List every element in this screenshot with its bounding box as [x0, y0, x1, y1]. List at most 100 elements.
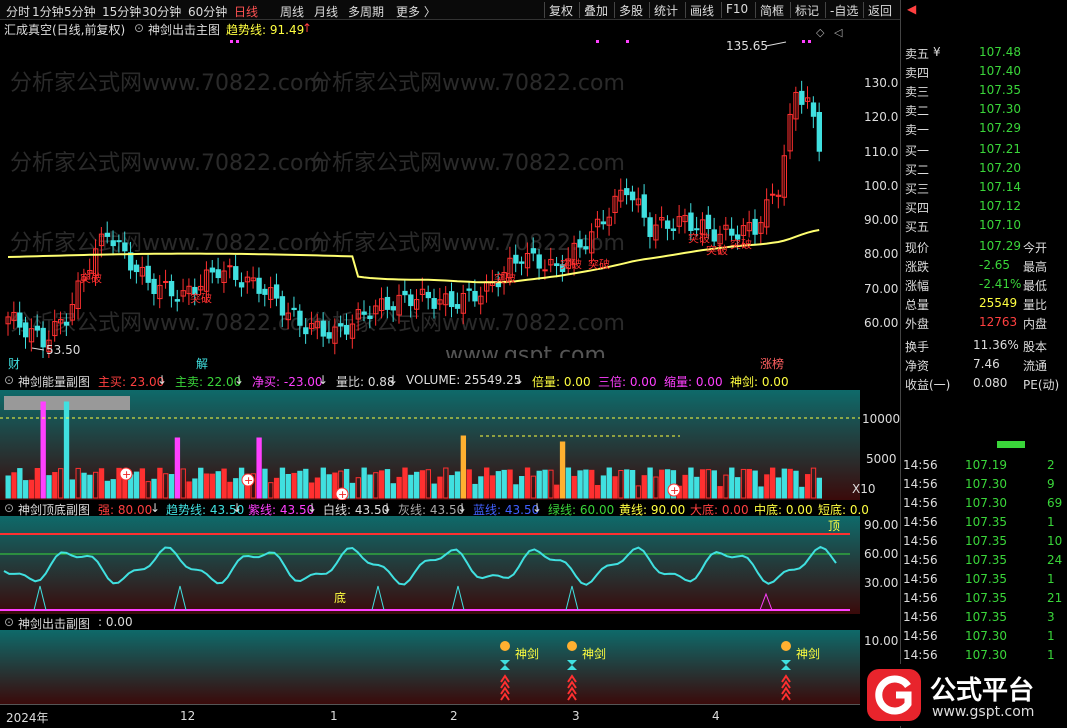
- period-tab-7[interactable]: 周线: [280, 3, 304, 20]
- signal-dot: [808, 40, 811, 43]
- period-tab-4[interactable]: 30分钟: [142, 3, 181, 20]
- toolbar-button-0[interactable]: 复权: [549, 2, 573, 19]
- quote-panel: ◀ 卖五 ¥107.48 卖四 107.40 卖三 107.35 卖二 107.30 卖一 107.…: [900, 0, 1067, 728]
- volume-unit: X10: [852, 482, 876, 496]
- tick-price: 107.35: [965, 572, 1007, 586]
- volume-bar: [203, 473, 210, 499]
- bid-label: 买二: [905, 163, 930, 177]
- settings-icon[interactable]: ⊙: [4, 615, 14, 629]
- period-tab-1[interactable]: 1分钟: [32, 3, 64, 20]
- tick-time: 14:56: [903, 534, 938, 548]
- bid-row: 买四 107.12: [901, 197, 1067, 216]
- period-tab-2[interactable]: 5分钟: [64, 3, 96, 20]
- volume-panel[interactable]: + + + +: [0, 390, 860, 500]
- volume-bar: [577, 470, 583, 499]
- toolbar-divider: [825, 2, 826, 18]
- period-tab-8[interactable]: 月线: [314, 3, 338, 20]
- volume-bar: [87, 474, 93, 499]
- candlestick-chart[interactable]: 分析家公式网www.70822.com分析家公式网www.70822.com分析…: [0, 20, 860, 370]
- candle-body: [122, 242, 128, 252]
- candle-body: [273, 284, 280, 299]
- toolbar-button-9[interactable]: 返回: [868, 2, 892, 19]
- price-tick: 120.0: [864, 110, 899, 125]
- toolbar-button-8[interactable]: -自选: [830, 2, 858, 19]
- bid-price: 107.20: [979, 161, 1021, 175]
- toolbar-button-3[interactable]: 统计: [654, 2, 678, 19]
- time-tick: 2024年: [6, 711, 49, 725]
- period-tab-0[interactable]: 分时: [6, 3, 30, 20]
- tick-volume: 1: [1047, 572, 1055, 586]
- period-tab-6[interactable]: 日线: [234, 3, 258, 20]
- p1head-item-6: 三倍: 0.00: [598, 375, 657, 389]
- collapse-icon[interactable]: ◁: [834, 26, 843, 39]
- tick-row: 14:56 107.35 24: [901, 551, 1067, 570]
- volume-bar: [408, 474, 414, 499]
- high-arrow-icon: [765, 41, 787, 47]
- toolbar-button-1[interactable]: 叠加: [584, 2, 608, 19]
- period-tab-10[interactable]: 更多 〉: [396, 3, 436, 20]
- stat-label2: 今开: [1023, 241, 1048, 255]
- panel2-header: ⊙ 神剑顶底副图 强: 80.00 ↓ 趋势线: 43.50 ↓ 紫线: 43.50 ↓ 白…: [0, 500, 900, 517]
- tick-price: 107.35: [965, 591, 1007, 605]
- stat-value: 25549: [979, 296, 1018, 310]
- volume-bar: [209, 473, 216, 499]
- toolbar-divider: [579, 2, 580, 18]
- candle-body: [466, 288, 472, 291]
- volume-bar: [285, 473, 291, 499]
- volume-bar: [449, 475, 455, 499]
- tick-volume: 1: [1047, 648, 1055, 662]
- signal-dot: [596, 40, 599, 43]
- period-tab-5[interactable]: 60分钟: [188, 3, 227, 20]
- volume-bar: [52, 472, 58, 499]
- volume-bar: [326, 474, 332, 499]
- stat2-label: 换手: [905, 340, 930, 354]
- toolbar-divider: [863, 2, 864, 18]
- volume-bar: [419, 470, 426, 499]
- volume-bar: [361, 467, 367, 499]
- top-mark: 顶: [828, 519, 840, 533]
- volume-bar: [507, 469, 513, 499]
- toolbar-divider: [649, 2, 650, 18]
- stat2-label2: PE(动): [1023, 378, 1060, 392]
- toolbar-divider: [721, 2, 722, 18]
- toolbar-button-7[interactable]: 标记: [795, 2, 819, 19]
- candle-body: [116, 240, 122, 243]
- toolbar-button-6[interactable]: 简框: [760, 2, 784, 19]
- period-tab-3[interactable]: 15分钟: [102, 3, 141, 20]
- candle-body: [168, 280, 175, 297]
- candle-body: [705, 214, 712, 230]
- stat-row: 外盘 12763 内盘: [901, 313, 1067, 332]
- volume-bar: [139, 468, 146, 499]
- signal-panel[interactable]: 神剑 神剑 神剑: [0, 630, 860, 704]
- volume-bar: [478, 476, 484, 499]
- volume-bar: [606, 467, 612, 499]
- settings-icon[interactable]: ⊙: [4, 501, 14, 515]
- signal-background: [0, 630, 860, 704]
- candle-body: [425, 291, 432, 299]
- ask-row: 卖三 107.35: [901, 81, 1067, 100]
- volume-bar: [764, 474, 770, 499]
- volume-bar: [40, 401, 46, 499]
- diamond-icon[interactable]: ◇: [816, 26, 825, 39]
- volume-bar: [23, 480, 29, 499]
- toolbar-button-2[interactable]: 多股: [619, 2, 643, 19]
- breakout-label: 突破: [730, 237, 752, 251]
- time-axis: 2024年 12 1 2 3 4: [0, 704, 860, 728]
- stat2-label: 收益(一): [905, 378, 951, 392]
- bid-label: 买四: [905, 201, 930, 215]
- toolbar-button-5[interactable]: F10: [726, 2, 748, 16]
- candle-body: [262, 288, 268, 295]
- panel1-title[interactable]: 神剑能量副图: [18, 373, 90, 390]
- toolbar-button-4[interactable]: 画线: [690, 2, 714, 19]
- tick-time: 14:56: [903, 496, 938, 510]
- top-bottom-panel[interactable]: 底顶: [0, 516, 860, 614]
- bid-price: 107.21: [979, 142, 1021, 156]
- period-tab-9[interactable]: 多周期: [348, 3, 384, 20]
- volume-bar: [804, 474, 811, 499]
- settings-icon[interactable]: ⊙: [4, 373, 14, 387]
- volume-bar: [489, 475, 496, 499]
- candle-body: [641, 194, 647, 218]
- back-icon[interactable]: ◀: [907, 2, 916, 16]
- ask-row: 卖五 ¥107.48: [901, 43, 1067, 62]
- candle-body: [816, 112, 823, 152]
